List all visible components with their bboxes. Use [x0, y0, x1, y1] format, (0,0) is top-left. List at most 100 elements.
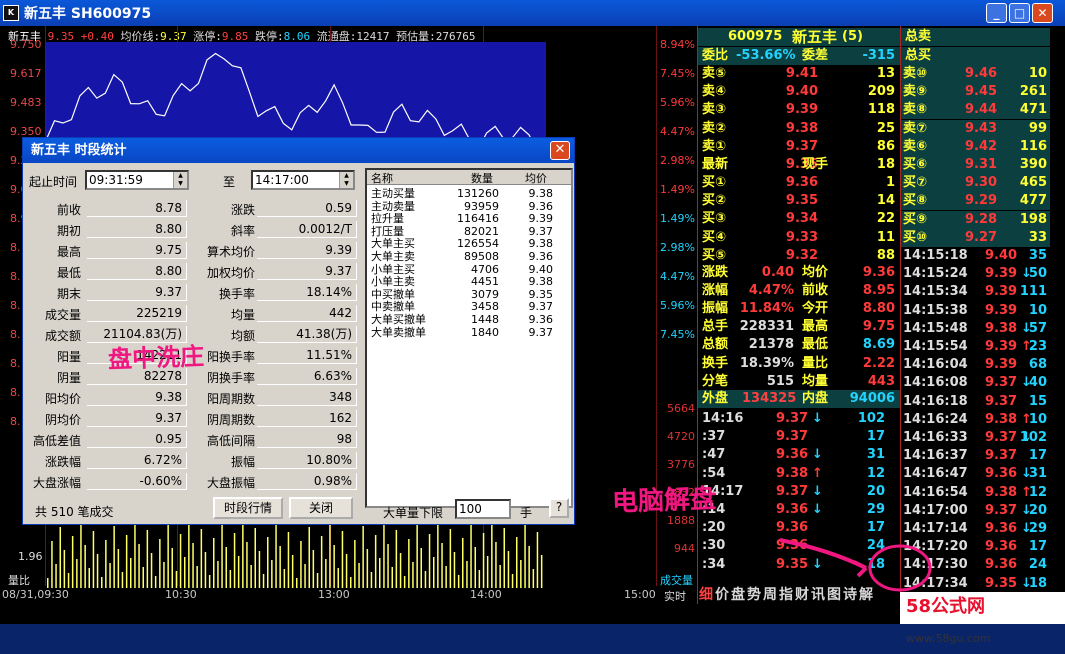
volume-bar [121, 572, 124, 588]
level-price: 9.39 [785, 102, 818, 118]
wc-label: 委差 [802, 48, 829, 63]
tick-price: 9.38 [985, 484, 1018, 500]
level-label: 卖② [702, 120, 727, 136]
list-item: 主动卖量 93959 9.36 [367, 199, 571, 213]
outer-value: 134325 [742, 391, 797, 406]
depth-volume: 116 [1019, 138, 1047, 154]
period-quote-button[interactable]: 时段行情 [213, 497, 283, 519]
level-price: 9.33 [785, 229, 818, 245]
depth-level: 买⑦ 9.30 465 [901, 174, 1050, 193]
depth-label: 卖⑧ [903, 102, 928, 118]
tab-1[interactable]: 价 [714, 584, 730, 604]
level-price: 9.38 [785, 120, 818, 136]
dialog-close-button[interactable]: ✕ [550, 141, 570, 160]
end-time-input[interactable]: 14:17:00 ▲ ▼ [251, 170, 355, 190]
stat-label: 今开 [802, 301, 829, 317]
tick-volume: 15 [1028, 393, 1047, 409]
tick-volume: 17 [1028, 448, 1047, 464]
stat-label: 总额 [702, 337, 729, 353]
dialog-close-btn[interactable]: 关闭 [289, 497, 353, 519]
volume-bar [92, 531, 95, 588]
wc-value: -315 [862, 48, 895, 63]
stat-label: 涨跌幅 [44, 455, 81, 469]
spin-icon[interactable]: ▲ ▼ [339, 172, 353, 188]
start-time-input[interactable]: 09:31:59 ▲ ▼ [85, 170, 189, 190]
tab-3[interactable]: 势 [746, 584, 762, 604]
help-icon[interactable]: ? [549, 498, 569, 518]
inner-value: 94006 [849, 391, 895, 406]
list-qty: 93959 [464, 199, 499, 213]
stat-value: 9.39 [257, 242, 357, 259]
tick-volume: 12 [1028, 484, 1047, 500]
stat-label: 最低 [802, 337, 829, 353]
list-avg: 9.38 [528, 187, 554, 200]
tick-price: 9.36 [776, 447, 809, 463]
tick-volume: 57 [1028, 320, 1047, 336]
minimize-button[interactable]: _ [986, 3, 1007, 23]
pct-tick: 7.45% [660, 67, 695, 80]
level-price: 9.40 [785, 84, 818, 100]
volume-bar [283, 569, 286, 588]
volume-bar-group [47, 519, 543, 588]
stat-label: 均量 [230, 308, 255, 322]
close-button[interactable]: ✕ [1032, 3, 1053, 23]
level-price: 9.36 [785, 175, 818, 190]
volume-bar [225, 547, 227, 588]
stat-label: 涨跌 [230, 203, 255, 217]
tick-time: 14:16 [702, 411, 744, 426]
stock-suffix: (5) [842, 29, 863, 44]
tick-time: 14:16:37 [903, 448, 968, 464]
maximize-button[interactable]: □ [1009, 3, 1030, 23]
volume-bar [163, 562, 165, 588]
list-avg: 9.37 [528, 224, 554, 238]
tick-price: 9.38 [985, 411, 1018, 427]
depth-level: 买⑧ 9.29 477 [901, 192, 1050, 211]
list-name: 小单主卖 [371, 275, 415, 289]
list-qty: 89508 [464, 250, 499, 263]
depth-level: 卖⑦ 9.43 99 [901, 119, 1050, 138]
list-item: 小单主卖 4451 9.38 [367, 276, 571, 288]
level-volume: 88 [876, 247, 895, 263]
volume-bar [420, 548, 422, 588]
depth-price: 9.42 [965, 138, 998, 154]
depth-level: 卖⑧ 9.44 471 [901, 101, 1050, 120]
volume-bar [408, 539, 410, 588]
trade-type-list[interactable]: 名称 数量 均价 主动买量 131260 9.38 主动卖量 93959 9.36 拉升量 1… [365, 168, 573, 508]
volume-bar [424, 571, 427, 588]
list-avg: 9.37 [528, 325, 554, 339]
last-label: 最新 [702, 157, 729, 172]
list-name: 大单卖撤单 [371, 325, 426, 339]
stat-value: 515 [766, 373, 794, 389]
stat-value: 225219 [87, 305, 187, 322]
list-qty: 4706 [471, 262, 499, 276]
x-label: 14:00 [470, 588, 502, 601]
stat-row: 总额 21378 最低 8.69 [698, 336, 901, 354]
list-item: 大单卖撤单 1840 9.37 [367, 325, 571, 339]
side-tick-row: 14:15:34 9.39 111 [901, 283, 1050, 301]
depth-label: 买⑩ [903, 229, 928, 245]
start-time-value: 09:31:59 [89, 173, 143, 187]
volume-bar [101, 577, 103, 588]
stat-value: 18.39% [739, 355, 794, 371]
tab-0[interactable]: 细 [698, 584, 714, 604]
tick-time: 14:16:04 [903, 357, 968, 373]
level-label: 卖⑤ [702, 66, 727, 81]
tab-2[interactable]: 盘 [730, 584, 746, 604]
volume-bar [482, 533, 485, 588]
stat-label: 阴量 [56, 371, 81, 385]
wb-row: 委比 -53.66% 委差 -315 [698, 47, 901, 65]
stat-label: 算术均价 [206, 245, 255, 259]
volume-bar [387, 544, 389, 588]
spin-icon[interactable]: ▲ ▼ [173, 172, 187, 188]
tick-price: 9.39 [985, 266, 1018, 282]
big-order-input[interactable]: 100 [455, 499, 511, 519]
stat-label: 最高 [802, 319, 829, 335]
side-tick-row: 14:15:54 9.39 ↑ 23 [901, 338, 1050, 356]
list-name: 中卖撤单 [371, 300, 415, 314]
stat-value: 8.78 [87, 200, 187, 217]
tick-volume: 10 [1028, 302, 1047, 318]
volume-bar [179, 534, 182, 588]
list-qty: 1840 [471, 325, 499, 339]
list-qty: 1448 [471, 313, 499, 326]
stat-value: 0.59 [257, 200, 357, 217]
